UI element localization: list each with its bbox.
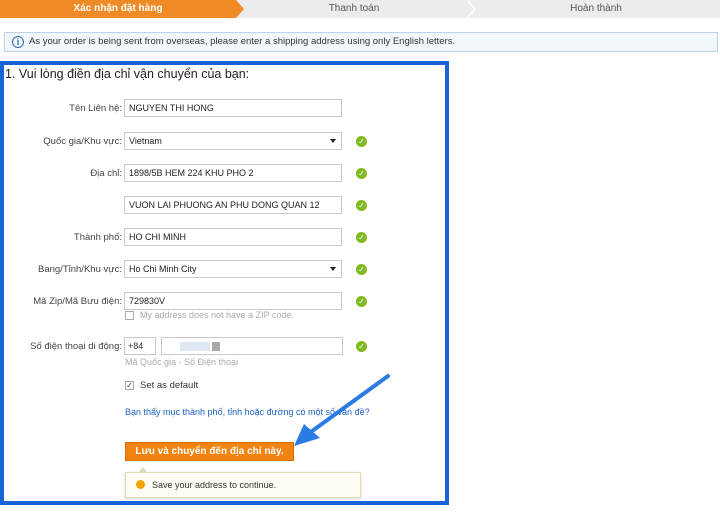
check-icon: ✓	[356, 168, 367, 179]
checkout-steps: Xác nhận đặt hàng Thanh toán Hoàn thành	[0, 0, 720, 18]
redacted-phone	[180, 342, 210, 351]
check-icon: ✓	[356, 136, 367, 147]
save-address-button[interactable]: Lưu và chuyển đến địa chỉ này.	[125, 442, 294, 461]
address-line1-input[interactable]: 1898/5B HEM 224 KHU PHO 2	[124, 164, 342, 182]
step-confirm-order: Xác nhận đặt hàng	[0, 0, 236, 18]
redacted-phone	[212, 342, 220, 351]
info-icon: i	[12, 36, 24, 48]
lightbulb-icon	[136, 480, 145, 489]
check-icon: ✓	[356, 232, 367, 243]
address-line2-input[interactable]: VUON LAI PHUONG AN PHU DONG QUAN 12	[124, 196, 342, 214]
phone-hint: Mã Quốc gia - Số Điện thoại	[125, 357, 239, 367]
tooltip-text: Save your address to continue.	[152, 480, 277, 490]
check-icon: ✓	[356, 200, 367, 211]
country-select[interactable]: Vietnam	[124, 132, 342, 150]
zip-input[interactable]: 729830V	[124, 292, 342, 310]
overseas-notice: i As your order is being sent from overs…	[4, 32, 718, 52]
country-label: Quốc gia/Khu vực:	[43, 136, 122, 147]
panel-title: 1. Vui lòng điền địa chỉ vận chuyển của …	[5, 67, 250, 81]
set-default-checkbox[interactable]: ✓	[125, 381, 134, 390]
state-select[interactable]: Ho Chi Minh City	[124, 260, 342, 278]
phone-country-code-input[interactable]: +84	[124, 337, 156, 355]
check-icon: ✓	[356, 296, 367, 307]
chevron-down-icon	[330, 139, 336, 143]
check-icon: ✓	[356, 341, 367, 352]
step-complete: Hoàn thành	[570, 3, 622, 14]
set-default-label: Set as default	[140, 380, 199, 391]
phone-number-input[interactable]	[161, 337, 343, 355]
country-select-value: Vietnam	[129, 136, 162, 146]
contact-name-label: Tên Liên hệ:	[69, 103, 122, 114]
phone-label: Số điện thoại di động:	[30, 341, 122, 352]
state-label: Bang/Tỉnh/Khu vực:	[38, 264, 122, 275]
state-select-value: Ho Chi Minh City	[129, 264, 197, 274]
zip-label: Mã Zip/Mã Bưu điện:	[33, 296, 122, 307]
save-tooltip: Save your address to continue.	[125, 467, 361, 498]
city-input[interactable]: HO CHI MINH	[124, 228, 342, 246]
tooltip-arrow	[138, 467, 148, 473]
contact-name-input[interactable]: NGUYEN THI HONG	[124, 99, 342, 117]
step-payment: Thanh toán	[328, 3, 380, 14]
address-label: Địa chỉ:	[90, 168, 122, 179]
chevron-down-icon	[330, 267, 336, 271]
no-zip-label: My address does not have a ZIP code.	[140, 310, 294, 320]
annotation-arrow-icon	[294, 374, 390, 446]
no-zip-checkbox[interactable]	[125, 311, 134, 320]
check-icon: ✓	[356, 264, 367, 275]
city-label: Thành phố:	[73, 232, 122, 243]
notice-text: As your order is being sent from oversea…	[29, 36, 456, 47]
